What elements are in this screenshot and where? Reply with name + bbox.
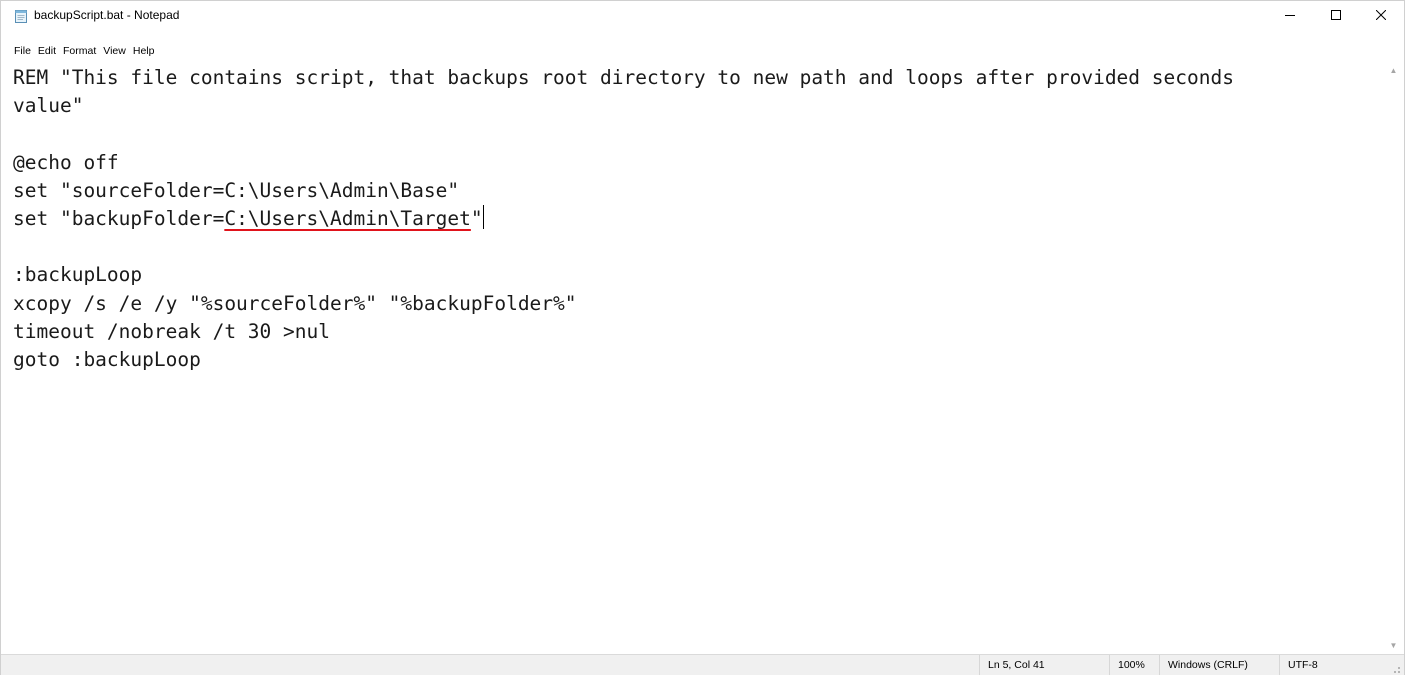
menu-bar: File Edit Format View Help: [1, 31, 1404, 62]
scroll-up-icon[interactable]: ▲: [1385, 62, 1402, 79]
line-ending: Windows (CRLF): [1159, 655, 1279, 675]
editor-line: goto :backupLoop: [13, 347, 201, 371]
text-editor[interactable]: REM "This file contains script, that bac…: [13, 64, 1378, 649]
editor-line: value": [13, 94, 84, 118]
editor-line: timeout /nobreak /t 30 >nul: [13, 319, 330, 343]
cursor-position: Ln 5, Col 41: [979, 655, 1109, 675]
editor-line: @echo off: [13, 150, 119, 174]
maximize-icon: [1331, 7, 1341, 25]
editor-line: set "sourceFolder=C:\Users\Admin\Base": [13, 178, 460, 202]
text-cursor: [482, 204, 484, 229]
zoom-level: 100%: [1109, 655, 1159, 675]
editor-line: :backupLoop: [13, 263, 143, 287]
title-bar[interactable]: backupScript.bat - Notepad: [1, 1, 1404, 31]
menu-file[interactable]: File: [14, 31, 31, 57]
vertical-scrollbar[interactable]: ▲ ▼: [1385, 62, 1402, 654]
close-button[interactable]: [1358, 1, 1404, 31]
encoding: UTF-8: [1279, 655, 1384, 675]
minimize-icon: [1285, 7, 1295, 25]
close-icon: [1375, 7, 1387, 25]
notepad-icon: [14, 9, 28, 23]
menu-edit[interactable]: Edit: [38, 31, 56, 57]
spellcheck-underline: C:\Users\Admin\Target: [224, 206, 471, 230]
status-bar: Ln 5, Col 41 100% Windows (CRLF) UTF-8: [1, 654, 1404, 675]
minimize-button[interactable]: [1267, 1, 1313, 31]
window-title: backupScript.bat - Notepad: [34, 8, 180, 22]
menu-view[interactable]: View: [103, 31, 126, 57]
editor-line: REM "This file contains script, that bac…: [13, 66, 1234, 89]
maximize-button[interactable]: [1313, 1, 1359, 31]
line-text: set "backupFolder=: [13, 206, 225, 230]
editor-line: xcopy /s /e /y "%sourceFolder%" "%backup…: [13, 291, 577, 315]
notepad-window: backupScript.bat - Notepad File Edit For…: [0, 0, 1405, 675]
resize-grip-icon[interactable]: [1386, 657, 1402, 675]
menu-help[interactable]: Help: [133, 31, 155, 57]
editor-line-current: set "backupFolder=C:\Users\Admin\Target": [13, 204, 1378, 233]
line-text: ": [470, 206, 483, 230]
menu-format[interactable]: Format: [63, 31, 96, 57]
scroll-down-icon[interactable]: ▼: [1385, 637, 1402, 654]
